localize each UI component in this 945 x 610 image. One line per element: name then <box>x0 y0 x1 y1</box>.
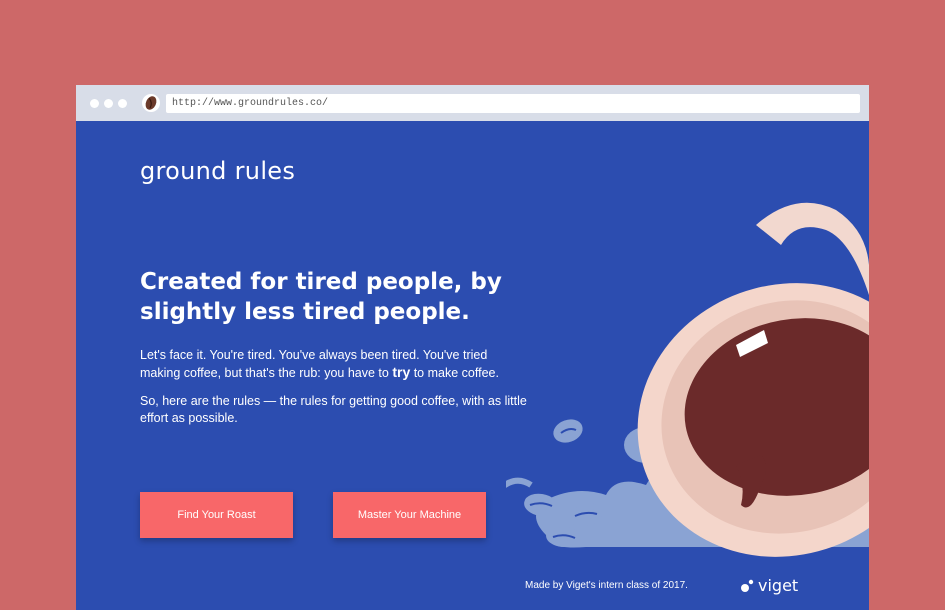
site-logo[interactable]: ground rules <box>140 157 295 185</box>
page-headline: Created for tired people, by slightly le… <box>140 269 502 325</box>
spilled-coffee-cup-illustration <box>506 202 869 557</box>
intro-text-end: to make coffee. <box>410 366 499 380</box>
viget-wordmark: viget <box>758 575 799 595</box>
rules-paragraph: So, here are the rules — the rules for g… <box>140 394 527 425</box>
master-your-machine-button[interactable]: Master Your Machine <box>333 492 486 538</box>
footer-credit: Made by Viget's intern class of 2017. <box>525 580 688 591</box>
window-minimize-dot[interactable] <box>104 99 113 108</box>
address-bar[interactable]: http://www.groundrules.co/ <box>166 94 860 113</box>
window-maximize-dot[interactable] <box>118 99 127 108</box>
browser-window: http://www.groundrules.co/ ground rules … <box>76 85 869 610</box>
window-close-dot[interactable] <box>90 99 99 108</box>
viget-mark-icon <box>740 578 754 592</box>
find-your-roast-button[interactable]: Find Your Roast <box>140 492 293 538</box>
intro-paragraph: Let's face it. You're tired. You've alwa… <box>140 347 530 382</box>
coffee-bean-icon <box>142 94 160 112</box>
viget-logo[interactable]: viget <box>740 574 798 596</box>
intro-emphasis: try <box>392 364 411 380</box>
browser-toolbar: http://www.groundrules.co/ <box>76 85 869 121</box>
